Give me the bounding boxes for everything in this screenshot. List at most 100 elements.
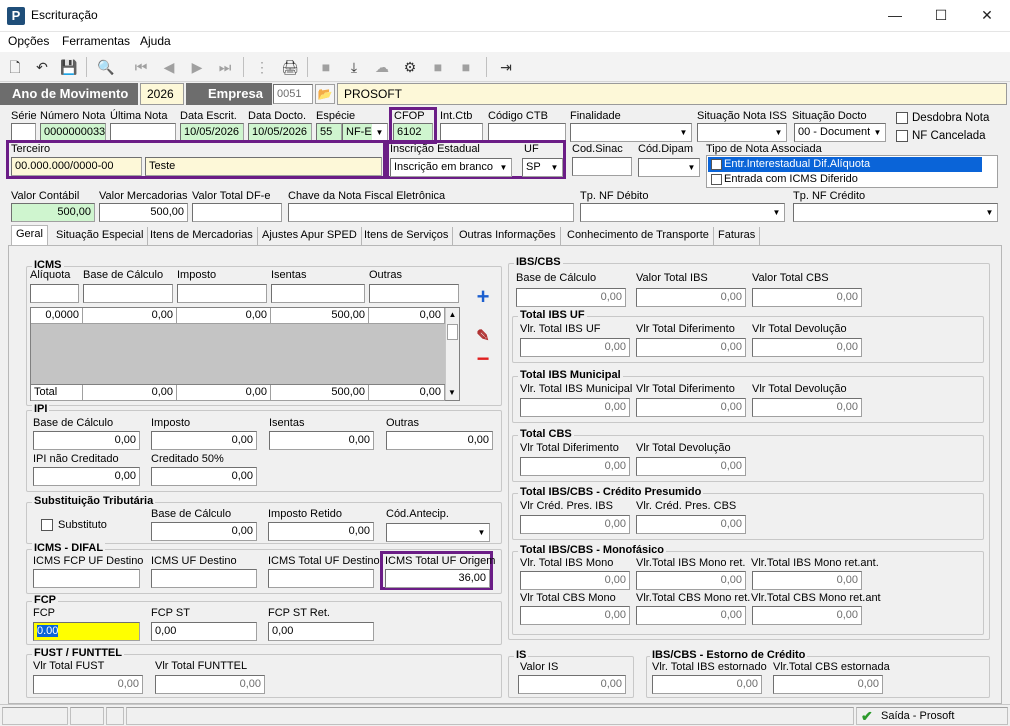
presumido-l1-input[interactable]: 0,00	[520, 515, 630, 534]
cod-sinac-input[interactable]	[572, 157, 632, 176]
tp-nf-debito-select[interactable]: ▼	[580, 203, 785, 222]
maximize-button[interactable]: ☐	[918, 0, 964, 31]
icms-base-input[interactable]	[83, 284, 173, 303]
next-record-icon[interactable]: ▶	[187, 57, 207, 77]
chevron-down-icon[interactable]: ▼	[982, 204, 997, 221]
uf-select[interactable]: SP ▼	[522, 158, 563, 177]
valor-mercadorias-input[interactable]: 500,00	[99, 203, 188, 222]
tab-itens-servicos[interactable]: Itens de Serviços	[360, 227, 454, 246]
finalidade-select[interactable]: ▼	[570, 123, 692, 142]
icms-imposto-input[interactable]	[177, 284, 267, 303]
tipo-nota-item-icms-diferido[interactable]: Entrada com ICMS Diferido	[708, 172, 982, 187]
tree-icon[interactable]: ⋮	[252, 57, 272, 77]
substituto-checkbox[interactable]	[41, 519, 53, 531]
print-list-icon[interactable]: 🖨	[280, 57, 300, 77]
chevron-down-icon[interactable]: ▼	[870, 124, 885, 141]
cbs-l1-input[interactable]: 0,00	[520, 457, 630, 476]
cod-antecip-select[interactable]: ▼	[386, 523, 490, 542]
icms-grid[interactable]: 0,0000 0,00 0,00 500,00 0,00 Total 0,00 …	[30, 307, 460, 401]
table-row[interactable]: 0,0000 0,00 0,00 500,00 0,00	[31, 308, 445, 325]
tipo-nota-listbox[interactable]: Entr.Interestadual Dif.Alíquota Entrada …	[706, 155, 998, 188]
ibs-mun-l1-input[interactable]: 0,00	[520, 398, 630, 417]
nf-cancelada-checkbox[interactable]	[896, 130, 908, 142]
icms-outras-input[interactable]	[369, 284, 459, 303]
mono-l2-input[interactable]: 0,00	[636, 571, 746, 590]
chevron-down-icon[interactable]: ▼	[547, 159, 562, 176]
difal-total-origem-input[interactable]: 36,00	[385, 569, 490, 588]
tab-geral[interactable]: Geral	[11, 225, 48, 245]
funttel-input[interactable]: 0,00	[155, 675, 265, 694]
valor-dfe-input[interactable]	[192, 203, 282, 222]
ano-input[interactable]: 2026	[140, 83, 184, 105]
difal-fcp-input[interactable]	[33, 569, 140, 588]
new-icon[interactable]: 🗋	[5, 57, 25, 77]
chevron-down-icon[interactable]: ▼	[496, 159, 511, 176]
chevron-down-icon[interactable]: ▼	[474, 524, 489, 541]
ibscbs-cbs-input[interactable]: 0,00	[752, 288, 862, 307]
box-icon[interactable]: ■	[316, 57, 336, 77]
ipi-base-input[interactable]: 0,00	[33, 431, 140, 450]
estorno-l1-input[interactable]: 0,00	[652, 675, 762, 694]
disabled-square-icon[interactable]: ■	[456, 57, 476, 77]
situacao-docto-select[interactable]: 00 - Document ▼	[794, 123, 886, 142]
icms-grid-scrollbar[interactable]: ▲ ▼	[445, 308, 459, 400]
estorno-l2-input[interactable]: 0,00	[773, 675, 883, 694]
is-input[interactable]: 0,00	[518, 675, 626, 694]
tab-situacao-especial[interactable]: Situação Especial	[52, 227, 149, 246]
ibs-uf-l2-input[interactable]: 0,00	[636, 338, 746, 357]
scroll-thumb[interactable]	[447, 324, 458, 340]
menu-opcoes[interactable]: Opções	[8, 34, 49, 48]
cib-icon[interactable]: ⚙	[400, 57, 420, 77]
ibs-mun-l2-input[interactable]: 0,00	[636, 398, 746, 417]
fcp-st-input[interactable]: 0,00	[151, 622, 257, 641]
terceiro-cnpj-input[interactable]: 00.000.000/0000-00	[11, 157, 142, 176]
empresa-name-input[interactable]: PROSOFT	[337, 83, 1007, 105]
st-retido-input[interactable]: 0,00	[268, 522, 374, 541]
ibs-mun-l3-input[interactable]: 0,00	[752, 398, 862, 417]
fcp-st-ret-input[interactable]: 0,00	[268, 622, 374, 641]
chave-nfe-input[interactable]	[288, 203, 574, 222]
chevron-down-icon[interactable]: ▼	[769, 204, 784, 221]
difal-uf-destino-input[interactable]	[151, 569, 257, 588]
icms-aliquota-input[interactable]	[30, 284, 79, 303]
cod-dipam-select[interactable]: ▼	[638, 158, 700, 177]
terceiro-nome-input[interactable]: Teste	[145, 157, 382, 176]
fust-input[interactable]: 0,00	[33, 675, 143, 694]
mono-l4-input[interactable]: 0,00	[520, 606, 630, 625]
scroll-down-icon[interactable]: ▼	[446, 386, 458, 400]
chevron-down-icon[interactable]: ▼	[372, 124, 387, 141]
tab-ajustes-apur-sped[interactable]: Ajustes Apur SPED	[258, 227, 362, 246]
mono-l1-input[interactable]: 0,00	[520, 571, 630, 590]
ibscbs-ibs-input[interactable]: 0,00	[636, 288, 746, 307]
cbs-l2-input[interactable]: 0,00	[636, 457, 746, 476]
previous-record-icon[interactable]: ◀	[159, 57, 179, 77]
menu-ajuda[interactable]: Ajuda	[140, 34, 171, 48]
ipi-imposto-input[interactable]: 0,00	[151, 431, 257, 450]
tab-faturas[interactable]: Faturas	[714, 227, 761, 246]
ibscbs-base-input[interactable]: 0,00	[516, 288, 626, 307]
open-folder-icon[interactable]: 📂	[315, 84, 335, 104]
tipo-nota-checkbox[interactable]	[711, 174, 722, 185]
add-icon[interactable]: +	[470, 286, 496, 310]
tipo-nota-checkbox[interactable]	[711, 159, 722, 170]
presumido-l2-input[interactable]: 0,00	[636, 515, 746, 534]
ipi-outras-input[interactable]: 0,00	[386, 431, 493, 450]
exit-icon[interactable]: ⇥	[496, 57, 516, 77]
difal-total-destino-input[interactable]	[268, 569, 374, 588]
chevron-down-icon[interactable]: ▼	[676, 124, 691, 141]
disabled-box-icon[interactable]: ■	[428, 57, 448, 77]
chevron-down-icon[interactable]: ▼	[771, 124, 786, 141]
cloud-icon[interactable]: ☁	[372, 57, 392, 77]
ibs-uf-l1-input[interactable]: 0,00	[520, 338, 630, 357]
ipi-creditado-50-input[interactable]: 0,00	[151, 467, 257, 486]
last-record-icon[interactable]: ⏭	[215, 57, 235, 77]
st-base-input[interactable]: 0,00	[151, 522, 257, 541]
menu-ferramentas[interactable]: Ferramentas	[62, 34, 130, 48]
mono-l3-input[interactable]: 0,00	[752, 571, 862, 590]
mono-l6-input[interactable]: 0,00	[752, 606, 862, 625]
minimize-button[interactable]: —	[872, 0, 918, 31]
tab-conhecimento-transporte[interactable]: Conhecimento de Transporte	[563, 227, 714, 246]
icms-isentas-input[interactable]	[271, 284, 365, 303]
situacao-iss-select[interactable]: ▼	[697, 123, 787, 142]
preview-icon[interactable]: 🔍	[96, 57, 116, 77]
